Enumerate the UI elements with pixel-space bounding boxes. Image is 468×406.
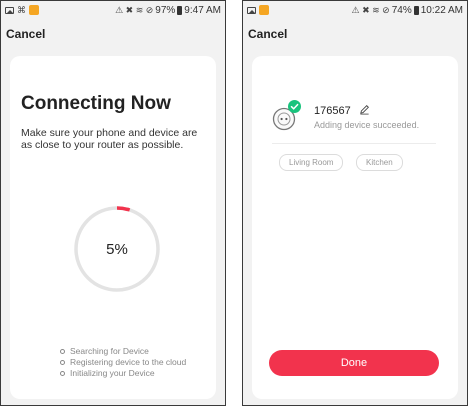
notification-icon	[29, 5, 39, 15]
success-check-icon	[288, 100, 301, 113]
step-bullet-icon	[60, 349, 65, 354]
instruction-text: Make sure your phone and device are as c…	[21, 127, 198, 151]
status-bar-right: ⚠ ✖ ≋ ⊘ 74% 10:22 AM	[352, 5, 463, 16]
device-card: 176567 Adding device succeeded. Living R…	[252, 56, 458, 399]
room-chip-living-room[interactable]: Living Room	[279, 154, 344, 171]
connecting-screen: ⌘ ⚠ ✖ ≋ ⊘ 97% 9:47 AM Cancel Connecting …	[0, 0, 226, 406]
status-bar-right: ⚠ ✖ ≋ ⊘ 97% 9:47 AM	[115, 5, 221, 16]
battery-icon	[413, 5, 419, 15]
cancel-button[interactable]: Cancel	[248, 27, 287, 41]
room-chip-kitchen[interactable]: Kitchen	[356, 154, 403, 171]
step-item: Initializing your Device	[60, 368, 186, 379]
status-bar: ⌘ ⚠ ✖ ≋ ⊘ 97% 9:47 AM	[1, 1, 225, 19]
status-indicators: ⚠ ✖ ≋ ⊘	[115, 4, 154, 15]
status-bar-left: ⌘	[5, 5, 39, 15]
step-label: Initializing your Device	[70, 368, 155, 378]
status-time: 10:22 AM	[420, 4, 463, 16]
progress-ring: 5%	[72, 204, 162, 294]
connecting-card: Connecting Now Make sure your phone and …	[10, 56, 216, 399]
step-label: Searching for Device	[70, 346, 149, 356]
status-bar-left	[247, 5, 269, 15]
step-item: Searching for Device	[60, 346, 186, 357]
done-button[interactable]: Done	[269, 350, 439, 376]
page-title: Connecting Now	[21, 93, 171, 114]
notification-icon	[259, 5, 269, 15]
device-status-text: Adding device succeeded.	[314, 120, 420, 130]
edit-pencil-icon[interactable]	[359, 104, 370, 115]
progress-percent-label: 5%	[106, 240, 128, 258]
picture-icon	[5, 6, 14, 14]
cast-icon: ⌘	[17, 4, 26, 15]
device-name: 176567	[314, 105, 351, 117]
picture-icon	[247, 6, 256, 14]
status-indicators: ⚠ ✖ ≋ ⊘	[351, 4, 390, 15]
step-label: Registering device to the cloud	[70, 357, 187, 367]
step-list: Searching for Device Registering device …	[60, 346, 186, 379]
divider	[272, 143, 436, 144]
battery-percent: 97%	[155, 4, 176, 16]
battery-percent: 74%	[391, 4, 412, 16]
device-row: 176567 Adding device succeeded.	[272, 100, 447, 143]
battery-icon	[177, 5, 183, 15]
step-item: Registering device to the cloud	[60, 357, 186, 368]
status-time: 9:47 AM	[184, 4, 221, 16]
cancel-button[interactable]: Cancel	[6, 27, 45, 41]
step-bullet-icon	[60, 360, 65, 365]
step-bullet-icon	[60, 371, 65, 376]
device-added-screen: ⚠ ✖ ≋ ⊘ 74% 10:22 AM Cancel 176567 Addin…	[242, 0, 468, 406]
status-bar: ⚠ ✖ ≋ ⊘ 74% 10:22 AM	[243, 1, 467, 19]
